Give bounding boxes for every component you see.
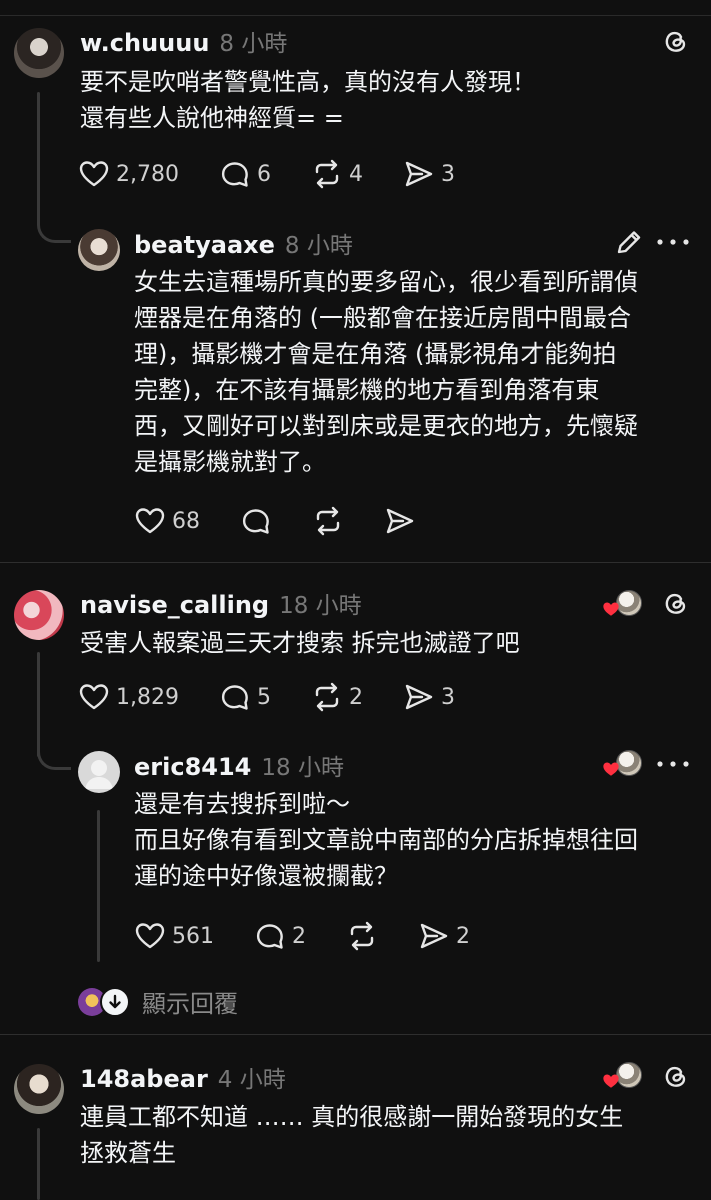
- edit-icon[interactable]: [614, 228, 644, 256]
- post-header: w.chuuuu 8 小時: [80, 24, 287, 58]
- avatar[interactable]: [14, 28, 64, 78]
- avatar[interactable]: [78, 751, 120, 793]
- like-button[interactable]: 561: [134, 920, 214, 952]
- like-count: 68: [172, 508, 200, 534]
- comment-button[interactable]: 5: [219, 681, 271, 713]
- username[interactable]: eric8414: [134, 753, 251, 781]
- comment-button[interactable]: 2: [254, 920, 306, 952]
- thread-curve: [37, 732, 71, 770]
- comment-icon: [221, 162, 248, 187]
- reply-text: 女生去這種場所真的要多留心，很少看到所謂偵 煙器是在角落的 (一般都會在接近房間…: [134, 268, 638, 476]
- repost-button[interactable]: [346, 920, 378, 952]
- username[interactable]: 148abear: [80, 1065, 208, 1093]
- share-count: 3: [440, 161, 455, 187]
- like-count: 2,780: [116, 161, 179, 187]
- divider: [0, 1034, 711, 1035]
- timestamp: 8 小時: [284, 233, 353, 259]
- share-button[interactable]: 2: [418, 920, 470, 952]
- author-liked-badge: [602, 750, 646, 780]
- repost-button[interactable]: [312, 505, 344, 537]
- reply-header: beatyaaxe 8 小時: [134, 226, 353, 260]
- default-avatar-icon: [85, 760, 113, 789]
- heart-icon: [603, 1074, 619, 1088]
- thread-curve: [37, 205, 71, 243]
- username[interactable]: beatyaaxe: [134, 231, 275, 259]
- heart-icon: [135, 508, 165, 534]
- post-header: 148abear 4 小時: [80, 1060, 286, 1094]
- timestamp: 8 小時: [219, 31, 288, 57]
- like-count: 1,829: [116, 684, 179, 710]
- like-button[interactable]: 68: [134, 505, 200, 537]
- reply-avatars: [78, 986, 132, 1017]
- repost-icon: [316, 506, 340, 536]
- heart-icon: [79, 161, 109, 187]
- comment-icon: [242, 509, 269, 534]
- comment-button[interactable]: 6: [219, 158, 271, 190]
- top-border: [0, 0, 711, 16]
- share-icon: [386, 508, 414, 534]
- reply-header: eric8414 18 小時: [134, 748, 344, 782]
- post-text: 連員工都不知道 …… 真的很感謝一開始發現的女生 拯救蒼生: [80, 1103, 624, 1167]
- more-icon[interactable]: [656, 238, 690, 246]
- more-icon[interactable]: [656, 760, 690, 768]
- heart-icon: [603, 762, 619, 776]
- post-text: 要不是吹哨者警覺性高，真的沒有人發現！ 還有些人說他神經質= =: [80, 68, 536, 132]
- reply-text: 還是有去搜拆到啦～ 而且好像有看到文章說中南部的分店拆掉想往回 運的途中好像還被…: [134, 790, 638, 890]
- repost-icon: [315, 682, 339, 712]
- post-header: navise_calling 18 小時: [80, 586, 362, 620]
- show-replies-button[interactable]: 顯示回覆: [78, 984, 238, 1019]
- username[interactable]: w.chuuuu: [80, 29, 209, 57]
- divider: [0, 562, 711, 563]
- repost-icon: [315, 159, 339, 189]
- action-bar: 2,780 6 4 3: [78, 158, 455, 190]
- threads-icon[interactable]: [660, 588, 690, 618]
- like-button[interactable]: 1,829: [78, 681, 179, 713]
- share-count: 2: [456, 923, 470, 949]
- comment-count: 2: [292, 923, 306, 949]
- share-count: 3: [440, 684, 455, 710]
- heart-icon: [135, 923, 165, 949]
- comment-count: 6: [256, 161, 271, 187]
- username[interactable]: navise_calling: [80, 591, 269, 619]
- share-icon: [405, 684, 433, 710]
- post-text: 受害人報案過三天才搜索 拆完也滅證了吧: [80, 629, 520, 657]
- timestamp: 4 小時: [217, 1067, 286, 1093]
- repost-button[interactable]: 2: [311, 681, 363, 713]
- repost-count: 2: [348, 684, 363, 710]
- repost-count: 4: [348, 161, 363, 187]
- down-arrow-icon: [100, 986, 130, 1017]
- thread-line: [37, 1128, 40, 1200]
- avatar[interactable]: [78, 229, 120, 271]
- share-icon: [405, 161, 433, 187]
- comment-button[interactable]: [240, 505, 272, 537]
- avatar[interactable]: [14, 1064, 64, 1114]
- threads-icon[interactable]: [660, 26, 690, 56]
- comment-count: 5: [256, 684, 271, 710]
- threads-icon[interactable]: [660, 1061, 690, 1091]
- action-bar: 561 2 2: [134, 920, 470, 952]
- repost-button[interactable]: 4: [311, 158, 363, 190]
- avatar[interactable]: [14, 590, 64, 640]
- thread-line: [97, 810, 100, 962]
- action-bar: 1,829 5 2 3: [78, 681, 455, 713]
- share-button[interactable]: [384, 505, 416, 537]
- share-button[interactable]: 3: [403, 158, 455, 190]
- heart-icon: [79, 684, 109, 710]
- share-button[interactable]: 3: [403, 681, 455, 713]
- heart-icon: [603, 602, 619, 616]
- like-count: 561: [172, 923, 214, 949]
- comment-icon: [221, 685, 248, 710]
- share-icon: [420, 923, 448, 949]
- show-replies-label: 顯示回覆: [142, 990, 238, 1018]
- repost-icon: [350, 921, 374, 951]
- like-button[interactable]: 2,780: [78, 158, 179, 190]
- action-bar: 68: [134, 505, 416, 537]
- comment-icon: [256, 924, 283, 949]
- author-liked-badge: [602, 590, 646, 620]
- thread-line: [37, 92, 40, 212]
- timestamp: 18 小時: [279, 593, 362, 619]
- author-liked-badge: [602, 1062, 646, 1092]
- timestamp: 18 小時: [261, 755, 344, 781]
